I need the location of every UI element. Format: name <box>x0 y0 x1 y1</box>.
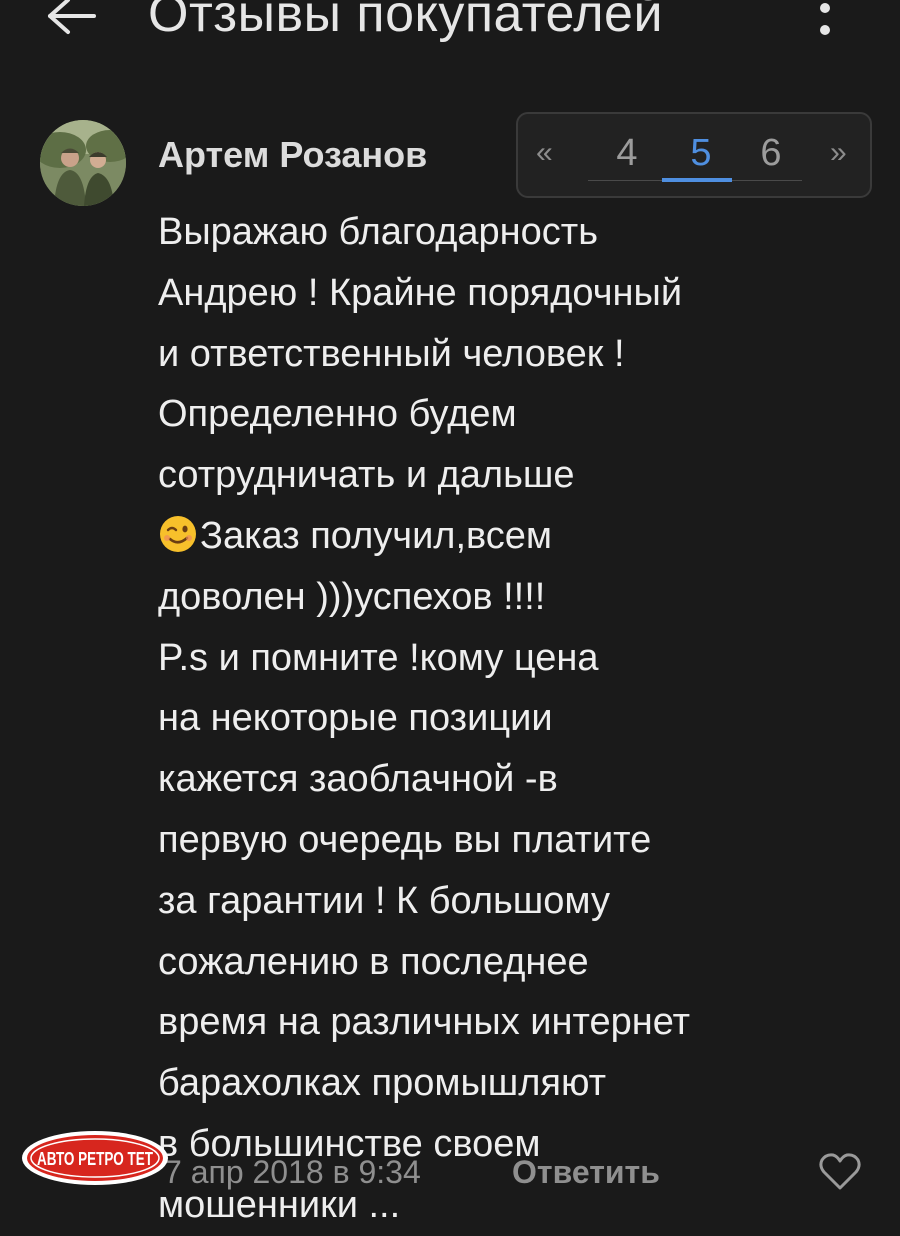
pagination-active-indicator <box>662 178 732 182</box>
pagination-next-button[interactable]: » <box>830 136 847 170</box>
svg-text:АВТО РЕТРО ТЕТ: АВТО РЕТРО ТЕТ <box>37 1149 153 1169</box>
more-vertical-icon <box>820 3 830 35</box>
page-title: Отзывы покупателей <box>148 0 664 43</box>
review-line-with-emoji: Заказ получил,всем <box>158 506 858 567</box>
review-date: 7 апр 2018 в 9:34 <box>164 1154 421 1190</box>
review-footer: 7 апр 2018 в 9:34 Ответить <box>158 1150 900 1200</box>
review-line: доволен )))успехов !!!! <box>158 575 546 618</box>
review-line: Выражаю благодарность <box>158 211 598 253</box>
review-line: Андрею ! Крайне порядочный <box>158 271 683 314</box>
review-line: время на различных интернет <box>158 1001 690 1044</box>
pagination-page-current[interactable]: 5 <box>686 132 716 175</box>
review-text: Выражаю благодарность Андрею ! Крайне по… <box>158 202 858 1236</box>
top-bar: Отзывы покупателей <box>0 0 900 56</box>
like-button[interactable] <box>818 1152 862 1192</box>
pagination-page[interactable]: 6 <box>756 132 786 175</box>
review-line: сожалению в последнее <box>158 940 589 983</box>
winking-face-emoji <box>160 515 196 552</box>
review-line-text: Заказ получил,всем <box>200 514 553 557</box>
review-line: P.s и помните !кому цена <box>158 636 599 679</box>
pagination: « 4 5 6 » <box>516 112 872 198</box>
avatar[interactable] <box>40 120 126 206</box>
heart-outline-icon <box>819 1153 861 1190</box>
reply-button[interactable]: Ответить <box>512 1154 660 1191</box>
avatar-photo <box>40 120 126 206</box>
review-line: на некоторые позиции <box>158 697 553 740</box>
review-line: кажется заоблачной -в <box>158 758 558 801</box>
review-line: первую очередь вы платите <box>158 818 652 861</box>
back-button[interactable] <box>42 0 102 44</box>
arrow-left-icon <box>48 0 96 34</box>
review-line: барахолках промышляют <box>158 1062 607 1105</box>
pagination-page[interactable]: 4 <box>612 132 642 175</box>
author-name[interactable]: Артем Розанов <box>158 134 427 176</box>
watermark-logo: АВТО РЕТРО ТЕТ <box>20 1128 170 1188</box>
review-line: Определенно будем <box>158 393 517 436</box>
review-line: сотрудничать и дальше <box>158 454 575 497</box>
review-line: за гарантии ! К большому <box>158 879 610 922</box>
auto-retro-logo: АВТО РЕТРО ТЕТ <box>22 1131 168 1185</box>
pagination-prev-button[interactable]: « <box>536 136 553 170</box>
review-line: и ответственный человек ! <box>158 332 625 375</box>
more-options-button[interactable] <box>810 0 840 44</box>
